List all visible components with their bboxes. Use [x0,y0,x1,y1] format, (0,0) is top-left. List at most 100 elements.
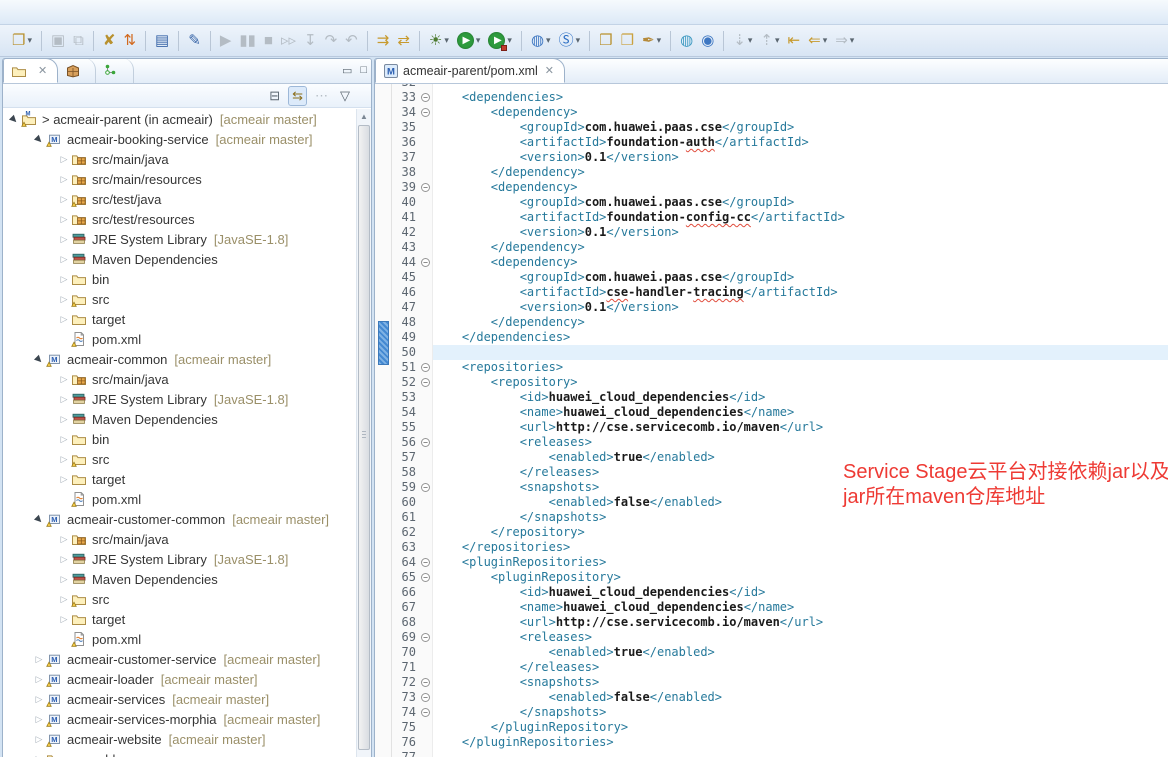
code-line-55[interactable]: 55 <url>http://cse.servicecomb.io/maven<… [375,420,1168,435]
menu-search[interactable] [60,9,78,15]
collapsed-arrow-icon[interactable]: ▷ [57,374,71,385]
mark-occurrences-button[interactable]: ✎ [185,29,204,53]
marker-pen-button[interactable]: ✒▾ [639,29,664,53]
fold-collapse-icon[interactable]: − [421,693,430,702]
collapsed-arrow-icon[interactable]: ▷ [57,394,71,405]
tree-item[interactable]: ▶M> acmeair-parent (in acmeair)[acmeair … [3,109,356,129]
collapsed-arrow-icon[interactable]: ▷ [57,214,71,225]
tree-item[interactable]: ▷target [3,469,356,489]
web-browser-button[interactable]: ◍ [677,29,696,53]
fold-collapse-icon[interactable]: − [421,363,430,372]
tree-item[interactable]: ▷src/main/java [3,369,356,389]
code-text[interactable] [433,750,1168,757]
tab-project-ex[interactable]: ✕ [3,58,58,83]
code-line-34[interactable]: 34− <dependency> [375,105,1168,120]
new-web-service-button[interactable]: ◍▾ [528,29,554,53]
code-text[interactable]: <groupId>com.huawei.paas.cse</groupId> [433,120,1168,135]
code-line-62[interactable]: 62 </repository> [375,525,1168,540]
code-line-42[interactable]: 42 <version>0.1</version> [375,225,1168,240]
code-text[interactable]: </dependency> [433,240,1168,255]
dropdown-arrow-icon[interactable]: ▾ [507,35,512,46]
dropdown-arrow-icon[interactable]: ▾ [748,35,753,46]
editor-content[interactable]: 3233− <dependencies>34− <dependency>35 <… [375,84,1168,757]
save-all-button[interactable]: ⧉ [70,29,87,53]
fold-collapse-icon[interactable]: − [421,108,430,117]
collapsed-arrow-icon[interactable]: ▷ [57,274,71,285]
tree-item[interactable]: ▷JRE System Library[JavaSE-1.8] [3,389,356,409]
menu-help[interactable] [150,9,168,15]
collapsed-arrow-icon[interactable]: ▷ [32,714,46,725]
link-with-editor-icon[interactable]: ⇆ [289,87,306,105]
code-text[interactable]: <groupId>com.huawei.paas.cse</groupId> [433,270,1168,285]
dropdown-arrow-icon[interactable]: ▾ [27,35,32,46]
export-button[interactable]: ❒ [618,29,637,53]
scroll-up-icon[interactable]: ▲ [357,109,371,124]
code-text[interactable]: <artifactId>foundation-config-cc</artifa… [433,210,1168,225]
code-text[interactable]: <artifactId>cse-handler-tracing</artifac… [433,285,1168,300]
step-return-button[interactable]: ↶ [342,29,361,53]
code-text[interactable]: </snapshots> [433,705,1168,720]
menu-edit[interactable] [24,9,42,15]
step-filters-button[interactable]: ▹▹ [278,29,299,53]
code-text[interactable]: <groupId>com.huawei.paas.cse</groupId> [433,195,1168,210]
new-wizard-button[interactable]: ❐▾ [9,29,35,53]
code-line-40[interactable]: 40 <groupId>com.huawei.paas.cse</groupId… [375,195,1168,210]
fold-collapse-icon[interactable]: − [421,258,430,267]
dropdown-arrow-icon[interactable]: ▾ [444,35,449,46]
menu-project[interactable] [78,9,96,15]
menu-file[interactable] [6,9,24,15]
tree-item[interactable]: ▷Macmeair-customer-service[acmeair maste… [3,649,356,669]
fold-collapse-icon[interactable]: − [421,183,430,192]
dropdown-arrow-icon[interactable]: ▾ [823,35,828,46]
code-text[interactable]: <pluginRepository> [433,570,1168,585]
collapsed-arrow-icon[interactable]: ▷ [32,754,46,757]
console-button[interactable]: ▤ [152,29,172,53]
editor-tab-pom-xml[interactable]: M acmeair-parent/pom.xml ✕ [375,58,565,83]
last-edit-location-button[interactable]: ⇤ [785,29,804,53]
code-text[interactable]: </pluginRepository> [433,720,1168,735]
code-line-70[interactable]: 70 <enabled>true</enabled> [375,645,1168,660]
code-text[interactable]: <dependency> [433,105,1168,120]
ws-explorer-button[interactable]: ◉ [698,29,717,53]
tree-item[interactable]: ▷Maven Dependencies [3,249,356,269]
code-text[interactable]: <releases> [433,630,1168,645]
code-line-52[interactable]: 52− <repository> [375,375,1168,390]
collapse-all-icon[interactable]: ⊟ [266,87,283,105]
collapsed-arrow-icon[interactable]: ▷ [57,454,71,465]
code-text[interactable]: </repository> [433,525,1168,540]
code-line-54[interactable]: 54 <name>huawei_cloud_dependencies</name… [375,405,1168,420]
code-text[interactable]: </pluginRepositories> [433,735,1168,750]
collapsed-arrow-icon[interactable]: ▷ [57,174,71,185]
code-line-43[interactable]: 43 </dependency> [375,240,1168,255]
menu-window[interactable] [132,9,150,15]
code-text[interactable]: <pluginRepositories> [433,555,1168,570]
tree-item[interactable]: ▷Maven Dependencies [3,569,356,589]
collapsed-arrow-icon[interactable]: ▷ [32,654,46,665]
tree-item[interactable]: ▷assembly [3,749,356,757]
run-last-button[interactable]: ▶▾ [485,29,515,53]
code-text[interactable]: <dependency> [433,255,1168,270]
prev-annotation-button[interactable]: ⇡▾ [757,29,782,53]
tree-item[interactable]: ▶Macmeair-common[acmeair master] [3,349,356,369]
tree-item[interactable]: ▷src [3,289,356,309]
code-line-51[interactable]: 51− <repositories> [375,360,1168,375]
code-line-73[interactable]: 73− <enabled>false</enabled> [375,690,1168,705]
code-line-56[interactable]: 56− <releases> [375,435,1168,450]
collapsed-arrow-icon[interactable]: ▷ [32,734,46,745]
run-to-line-button[interactable]: ⇉ [374,29,393,53]
dropdown-arrow-icon[interactable]: ▾ [576,35,581,46]
tree-item[interactable]: ▷Macmeair-loader[acmeair master] [3,669,356,689]
code-text[interactable]: <enabled>true</enabled> [433,645,1168,660]
code-text[interactable]: <repository> [433,375,1168,390]
dropdown-arrow-icon[interactable]: ▾ [775,35,780,46]
customize-view-icon[interactable]: ⋯ [312,87,331,105]
fold-collapse-icon[interactable]: − [421,708,430,717]
tree-scrollbar[interactable]: ▲ [356,109,371,757]
tree-item[interactable]: ▷Macmeair-services[acmeair master] [3,689,356,709]
tree-item[interactable]: ▷Macmeair-services-morphia[acmeair maste… [3,709,356,729]
ant-build-button[interactable]: ✘ [100,29,119,53]
menu-design[interactable] [114,9,132,15]
view-menu-icon[interactable]: ▽ [337,87,353,105]
code-line-45[interactable]: 45 <groupId>com.huawei.paas.cse</groupId… [375,270,1168,285]
tree-item[interactable]: ▷src/main/resources [3,169,356,189]
